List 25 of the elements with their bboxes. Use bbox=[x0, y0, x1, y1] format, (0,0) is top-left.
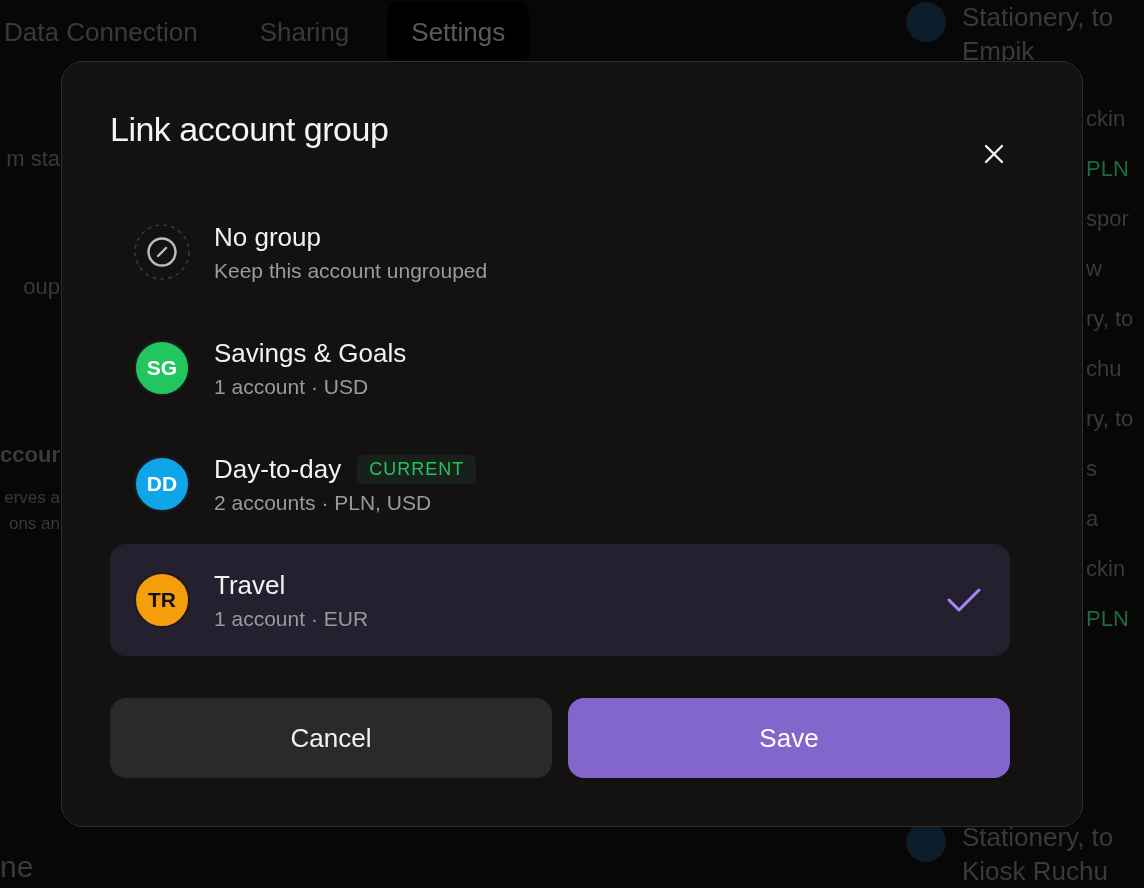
dialog-title: Link account group bbox=[110, 110, 389, 149]
cancel-button[interactable]: Cancel bbox=[110, 698, 552, 778]
amount-text: PLN bbox=[1086, 606, 1130, 632]
group-avatar: TR bbox=[134, 572, 190, 628]
group-details: Keep this account ungrouped bbox=[214, 258, 489, 283]
check-icon bbox=[946, 586, 982, 614]
no-group-icon bbox=[134, 224, 190, 280]
amount-text: PLN bbox=[1086, 156, 1130, 182]
close-icon bbox=[982, 142, 1006, 166]
current-badge: CURRENT bbox=[357, 454, 477, 484]
group-option[interactable]: No group Keep this account ungrouped bbox=[110, 196, 1010, 308]
group-details: 2 accounts · PLN, USD bbox=[214, 490, 433, 515]
group-name: Day-to-day bbox=[214, 453, 342, 485]
group-option[interactable]: DD Day-to-day CURRENT 2 accounts · PLN, USD bbox=[110, 428, 1010, 540]
group-avatar: SG bbox=[134, 340, 190, 396]
group-avatar: DD bbox=[134, 456, 190, 512]
group-name: Travel bbox=[214, 569, 286, 601]
group-details: 1 account · EUR bbox=[214, 606, 370, 631]
save-button[interactable]: Save bbox=[568, 698, 1010, 778]
group-name: No group bbox=[214, 221, 321, 253]
avatar-circle bbox=[906, 2, 946, 42]
group-option[interactable]: SG Savings & Goals 1 account · USD bbox=[110, 312, 1010, 424]
group-name: Savings & Goals bbox=[214, 337, 407, 369]
group-option[interactable]: TR Travel 1 account · EUR bbox=[110, 544, 1010, 656]
group-details: 1 account · USD bbox=[214, 374, 370, 399]
